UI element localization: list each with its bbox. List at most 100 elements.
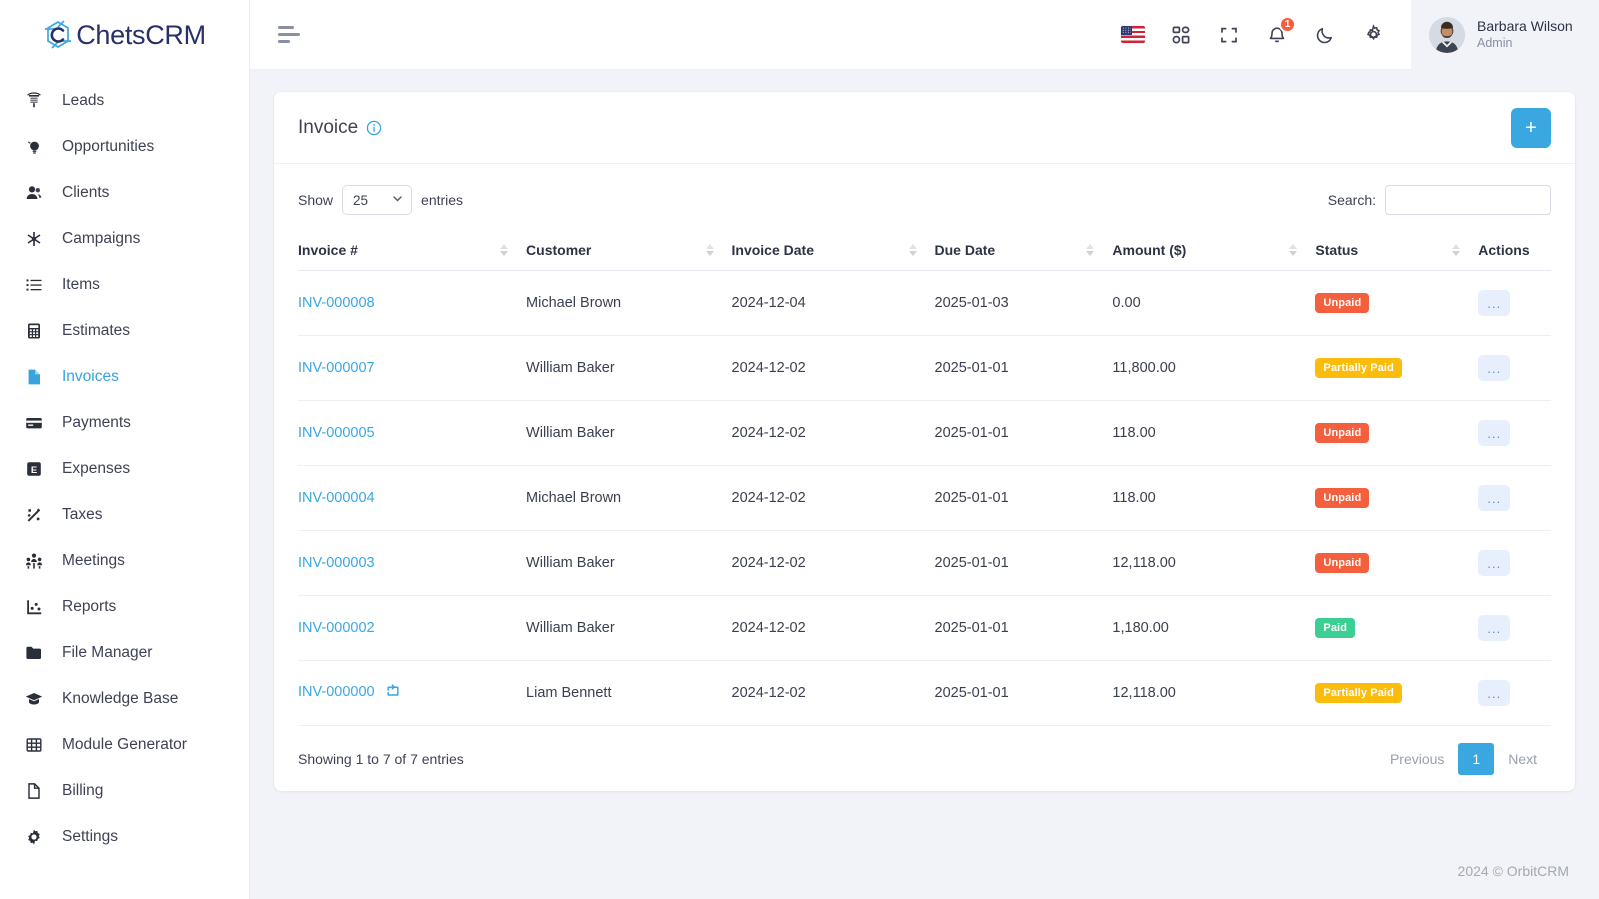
- cell-invoice-date: 2024-12-02: [731, 530, 935, 596]
- cell-status: Unpaid: [1315, 530, 1479, 596]
- table-head: Invoice # Customer Invoice Date Due Date…: [298, 232, 1551, 271]
- user-name: Barbara Wilson: [1477, 17, 1573, 34]
- sidebar-item-module-generator[interactable]: Module Generator: [0, 722, 249, 768]
- hamburger-icon[interactable]: [278, 22, 304, 48]
- column-header-customer[interactable]: Customer: [526, 232, 732, 271]
- column-header-status[interactable]: Status: [1315, 232, 1479, 271]
- sidebar-item-billing[interactable]: Billing: [0, 768, 249, 814]
- cell-due-date: 2025-01-01: [934, 400, 1113, 466]
- crosshair-logo-icon: [43, 19, 73, 51]
- sidebar-item-opportunities[interactable]: Opportunities: [0, 124, 249, 170]
- show-label: Show: [298, 192, 334, 208]
- cell-customer: William Baker: [526, 595, 732, 661]
- status-badge: Paid: [1315, 617, 1356, 639]
- sidebar-item-clients[interactable]: Clients: [0, 170, 249, 216]
- invoice-link[interactable]: INV-000002: [298, 620, 375, 636]
- brand-name: ChetsCRM: [76, 19, 206, 50]
- sidebar-item-campaigns[interactable]: Campaigns: [0, 216, 249, 262]
- pagination: Previous 1 Next: [1376, 743, 1551, 775]
- cell-amount: 1,180.00: [1112, 595, 1316, 661]
- invoice-link[interactable]: INV-000005: [298, 425, 375, 441]
- sidebar-item-label: Reports: [62, 598, 117, 615]
- svg-text:E: E: [31, 465, 37, 476]
- sidebar-item-label: Estimates: [62, 322, 131, 339]
- brand-logo[interactable]: ChetsCRM: [0, 0, 249, 70]
- column-header-amount[interactable]: Amount ($): [1112, 232, 1316, 271]
- grid-table-icon: [24, 735, 44, 755]
- fullscreen-icon[interactable]: [1217, 23, 1241, 47]
- sidebar-item-estimates[interactable]: Estimates: [0, 308, 249, 354]
- apps-grid-icon[interactable]: [1169, 23, 1193, 47]
- us-flag-icon[interactable]: [1121, 23, 1145, 47]
- main-area: 1 Barbara Wilson Admin Invoice + Show 25…: [250, 0, 1599, 899]
- sidebar-item-payments[interactable]: Payments: [0, 400, 249, 446]
- app-root: ChetsCRM Leads Opportunities Clients Cam…: [0, 0, 1599, 899]
- pagination-page-1[interactable]: 1: [1458, 743, 1495, 775]
- people-group-icon: [24, 551, 44, 571]
- cell-invoice: INV-000005: [298, 400, 527, 466]
- invoice-link[interactable]: INV-000003: [298, 555, 375, 571]
- sidebar-item-invoices[interactable]: Invoices: [0, 354, 249, 400]
- notification-badge: 1: [1279, 15, 1296, 33]
- column-header-actions: Actions: [1478, 232, 1551, 271]
- cell-invoice: INV-000000: [298, 660, 527, 726]
- sidebar-item-meetings[interactable]: Meetings: [0, 538, 249, 584]
- card-header: Invoice +: [274, 92, 1575, 164]
- sidebar-item-expenses[interactable]: E Expenses: [0, 446, 249, 492]
- status-badge: Unpaid: [1315, 422, 1370, 444]
- column-label: Customer: [526, 242, 592, 258]
- cell-actions: ...: [1478, 400, 1551, 466]
- sidebar-item-settings[interactable]: Settings: [0, 814, 249, 860]
- add-invoice-button[interactable]: +: [1511, 107, 1551, 148]
- row-actions-button[interactable]: ...: [1478, 290, 1511, 316]
- sidebar-item-label: Leads: [62, 92, 105, 109]
- row-actions-button[interactable]: ...: [1478, 680, 1511, 706]
- invoice-link[interactable]: INV-000004: [298, 490, 375, 506]
- page-length-select[interactable]: 25: [342, 185, 413, 215]
- column-header-due-date[interactable]: Due Date: [934, 232, 1113, 271]
- sidebar-item-label: Taxes: [62, 506, 103, 523]
- pagination-previous[interactable]: Previous: [1376, 743, 1458, 775]
- row-actions-button[interactable]: ...: [1478, 420, 1511, 446]
- cell-status: Paid: [1315, 595, 1479, 661]
- page-title-text: Invoice: [298, 116, 359, 138]
- sort-arrows-icon: [1289, 244, 1298, 256]
- invoice-link[interactable]: INV-000007: [298, 360, 375, 376]
- megaphone-icon: [24, 91, 44, 111]
- sidebar-item-label: Knowledge Base: [62, 690, 179, 707]
- row-actions-button[interactable]: ...: [1478, 550, 1511, 576]
- row-actions-button[interactable]: ...: [1478, 485, 1511, 511]
- cell-due-date: 2025-01-01: [934, 530, 1113, 596]
- sidebar-item-reports[interactable]: Reports: [0, 584, 249, 630]
- user-menu[interactable]: Barbara Wilson Admin: [1411, 0, 1599, 70]
- search-control: Search:: [1328, 185, 1551, 215]
- table-footer: Showing 1 to 7 of 7 entries Previous 1 N…: [298, 726, 1551, 775]
- entries-label: entries: [421, 192, 464, 208]
- bell-icon[interactable]: 1: [1265, 15, 1296, 47]
- sidebar-item-taxes[interactable]: Taxes: [0, 492, 249, 538]
- cell-actions: ...: [1478, 465, 1551, 531]
- cell-due-date: 2025-01-01: [934, 465, 1113, 531]
- column-header-invoice[interactable]: Invoice #: [298, 232, 527, 271]
- row-actions-button[interactable]: ...: [1478, 355, 1511, 381]
- invoice-link[interactable]: INV-000000: [298, 684, 375, 700]
- search-input[interactable]: [1385, 185, 1551, 215]
- cell-status: Unpaid: [1315, 465, 1479, 531]
- sidebar-item-file-manager[interactable]: File Manager: [0, 630, 249, 676]
- sidebar-item-knowledge-base[interactable]: Knowledge Base: [0, 676, 249, 722]
- info-circle-icon[interactable]: [366, 120, 382, 136]
- sidebar-item-leads[interactable]: Leads: [0, 78, 249, 124]
- cell-invoice-date: 2024-12-04: [731, 270, 935, 336]
- invoice-table: Invoice # Customer Invoice Date Due Date…: [298, 232, 1551, 726]
- gear-icon[interactable]: [1361, 23, 1385, 47]
- table-row: INV-000002 William Baker 2024-12-02 2025…: [298, 595, 1551, 661]
- entries-info: Showing 1 to 7 of 7 entries: [298, 751, 464, 767]
- moon-icon[interactable]: [1313, 23, 1337, 47]
- cell-invoice: INV-000004: [298, 465, 527, 531]
- user-role: Admin: [1477, 36, 1513, 51]
- pagination-next[interactable]: Next: [1494, 743, 1551, 775]
- invoice-link[interactable]: INV-000008: [298, 295, 375, 311]
- row-actions-button[interactable]: ...: [1478, 615, 1511, 641]
- sidebar-item-items[interactable]: Items: [0, 262, 249, 308]
- column-header-invoice-date[interactable]: Invoice Date: [731, 232, 935, 271]
